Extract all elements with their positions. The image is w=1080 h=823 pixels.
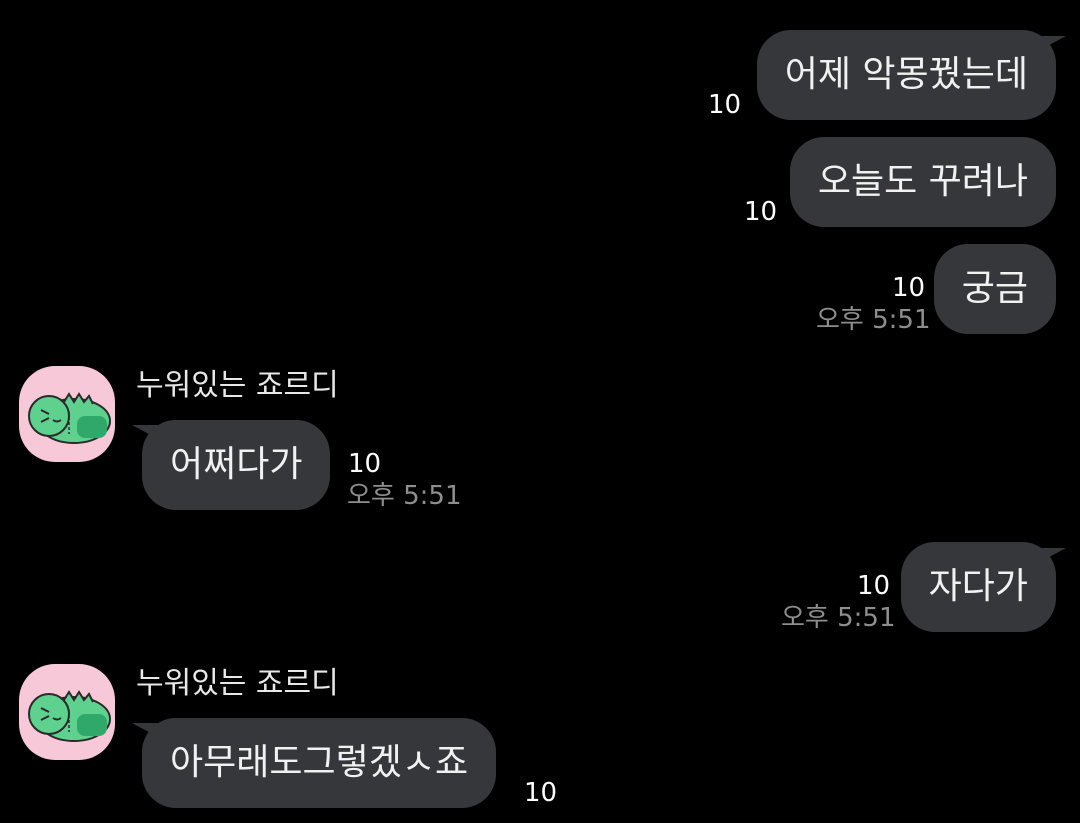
message-time: 오후 5:51 [781,603,896,633]
message-time: 오후 5:51 [816,305,931,335]
message-time: 오후 5:51 [347,481,462,511]
message-bubble[interactable]: 자다가 [900,542,1056,632]
message-bubble[interactable]: 오늘도 꾸려나 [789,137,1056,227]
jordy-lying-icon [28,690,111,742]
message-text: 궁금 [961,268,1028,309]
profile-avatar[interactable] [19,366,115,462]
message-text: 아무래도그렇겠ㅅ죠 [170,742,469,783]
sender-name: 누워있는 죠르디 [136,368,339,403]
unread-count: 10 [348,449,382,479]
message-text: 자다가 [928,566,1028,607]
unread-count: 10 [857,571,891,601]
message-bubble[interactable]: 아무래도그렇겠ㅅ죠 [142,718,497,808]
message-text: 어쩌다가 [170,444,303,485]
message-text: 어제 악몽꿨는데 [784,54,1028,95]
jordy-lying-icon [28,392,111,444]
message-text: 오늘도 꾸려나 [817,161,1028,202]
unread-count: 10 [524,778,558,808]
message-bubble[interactable]: 어쩌다가 [142,420,331,510]
unread-count: 10 [708,90,742,120]
profile-avatar[interactable] [19,664,115,760]
message-bubble[interactable]: 궁금 [933,244,1056,334]
unread-count: 10 [744,197,778,227]
unread-count: 10 [892,273,926,303]
message-bubble[interactable]: 어제 악몽꿨는데 [756,30,1056,120]
sender-name: 누워있는 죠르디 [136,666,339,701]
